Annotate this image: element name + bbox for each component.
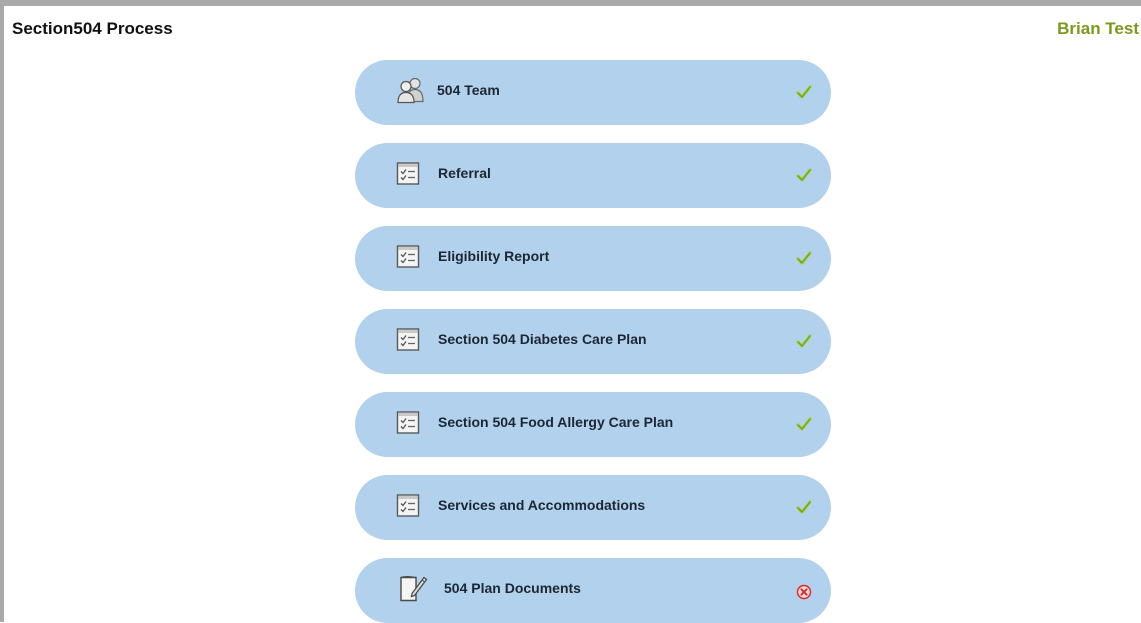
check-icon (796, 167, 812, 183)
step-eligibility-report[interactable]: Eligibility Report (355, 226, 831, 291)
step-label: Eligibility Report (438, 248, 550, 264)
process-steps: 504 Team Referral Eligibility Report Sec… (355, 60, 831, 623)
checklist-icon (396, 244, 420, 273)
step-services-accommodations[interactable]: Services and Accommodations (355, 475, 831, 540)
checklist-icon (396, 410, 420, 439)
step-label: Referral (438, 165, 491, 181)
step-504-team[interactable]: 504 Team (355, 60, 831, 125)
check-icon (796, 499, 812, 515)
step-label: Section 504 Food Allergy Care Plan (438, 414, 674, 430)
step-label: Section 504 Diabetes Care Plan (438, 331, 647, 347)
step-label: Services and Accommodations (438, 497, 646, 513)
check-icon (796, 250, 812, 266)
step-diabetes-care-plan[interactable]: Section 504 Diabetes Care Plan (355, 309, 831, 374)
page-title: Section504 Process (12, 19, 173, 38)
step-label: 504 Plan Documents (444, 580, 581, 596)
check-icon (796, 416, 812, 432)
checklist-icon (396, 327, 420, 356)
check-icon (796, 333, 812, 349)
step-504-plan-documents[interactable]: 504 Plan Documents (355, 558, 831, 623)
check-icon (796, 84, 812, 100)
checklist-icon (396, 493, 420, 522)
step-label: 504 Team (437, 82, 500, 98)
user-name[interactable]: Brian Test (1057, 19, 1139, 39)
step-food-allergy-care-plan[interactable]: Section 504 Food Allergy Care Plan (355, 392, 831, 457)
error-icon (796, 584, 812, 600)
step-referral[interactable]: Referral (355, 143, 831, 208)
checklist-icon (396, 161, 420, 190)
document-edit-icon (398, 573, 428, 608)
team-icon (396, 77, 426, 108)
